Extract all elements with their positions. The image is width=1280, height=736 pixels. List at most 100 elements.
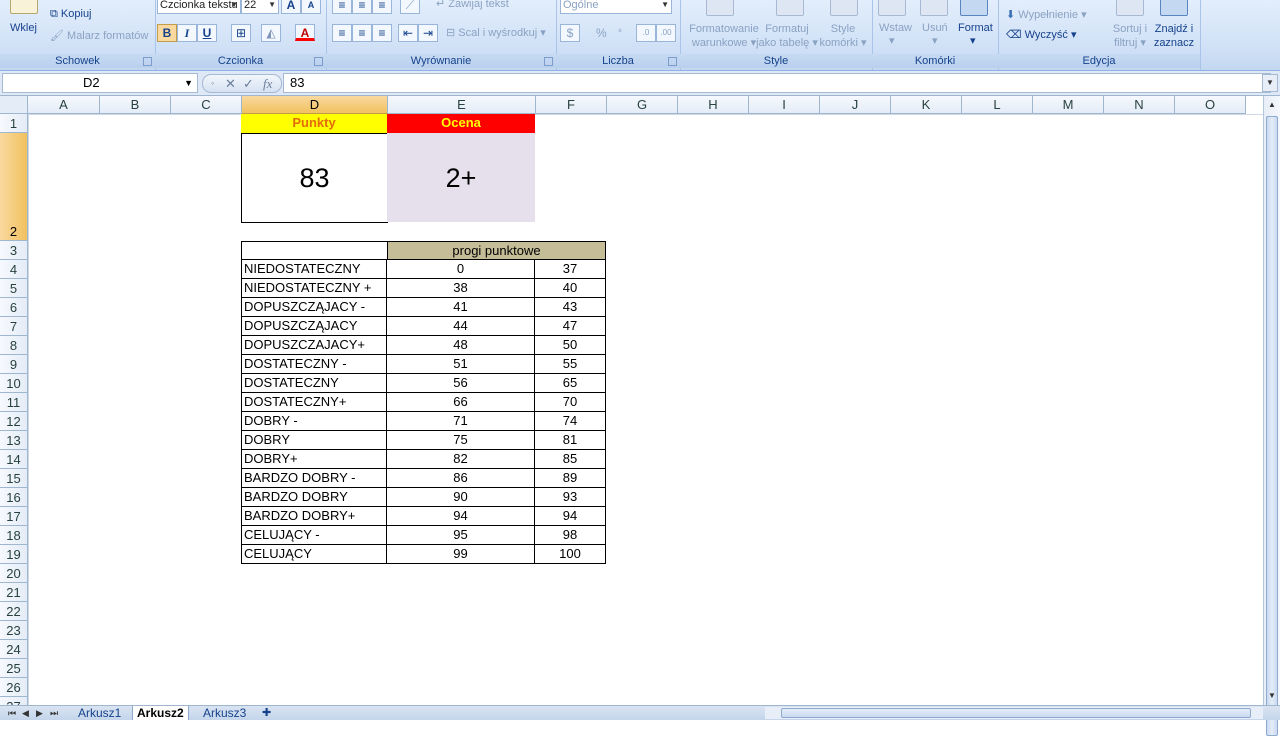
grade-cell[interactable]: BARDZO DOBRY	[241, 488, 387, 507]
threshold-min-cell[interactable]: 94	[387, 507, 535, 526]
shrink-font-button[interactable]: A	[301, 0, 321, 14]
threshold-min-cell[interactable]: 44	[387, 317, 535, 336]
row-header-24[interactable]: 24	[0, 640, 28, 659]
cell-styles-button[interactable]: Style komórki ▾	[818, 22, 868, 50]
row-header-15[interactable]: 15	[0, 469, 28, 488]
align-top-icon[interactable]: ≡	[332, 0, 352, 14]
threshold-min-cell[interactable]: 56	[387, 374, 535, 393]
sort-filter-button[interactable]: Sortuj i filtruj ▾	[1110, 22, 1150, 50]
threshold-max-cell[interactable]: 100	[535, 545, 606, 564]
threshold-max-cell[interactable]: 70	[535, 393, 606, 412]
row-header-20[interactable]: 20	[0, 564, 28, 583]
row-header-1[interactable]: 1	[0, 114, 28, 133]
font-name-select[interactable]: Czcionka tekstu ▼	[157, 0, 241, 14]
grade-cell[interactable]: NIEDOSTATECZNY +	[241, 279, 387, 298]
scroll-up-icon[interactable]: ▲	[1266, 98, 1278, 112]
copy-button[interactable]: ⧉ Kopiuj	[50, 8, 92, 21]
row-header-9[interactable]: 9	[0, 355, 28, 374]
threshold-max-cell[interactable]: 65	[535, 374, 606, 393]
cell-d4[interactable]	[241, 241, 387, 260]
sheet-tab-arkusz3[interactable]: Arkusz3	[199, 706, 250, 720]
threshold-min-cell[interactable]: 86	[387, 469, 535, 488]
align-bottom-icon[interactable]: ≡	[372, 0, 392, 14]
cancel-icon[interactable]: ✕	[225, 75, 236, 92]
column-header-h[interactable]: H	[678, 96, 749, 114]
number-format-select[interactable]: Ogólne ▼	[560, 0, 672, 14]
threshold-min-cell[interactable]: 66	[387, 393, 535, 412]
formula-input[interactable]: 83	[283, 73, 1271, 93]
column-header-n[interactable]: N	[1104, 96, 1175, 114]
worksheet-grid[interactable]: Punkty Ocena 83 2+ progi punktowe NIEDOS…	[28, 114, 1263, 705]
column-header-c[interactable]: C	[171, 96, 242, 114]
row-header-13[interactable]: 13	[0, 431, 28, 450]
merge-center-button[interactable]: ⊟ Scal i wyśrodkuj ▾	[446, 26, 546, 39]
cell-e1[interactable]: Ocena	[387, 114, 535, 133]
threshold-min-cell[interactable]: 75	[387, 431, 535, 450]
column-header-d[interactable]: D	[242, 96, 388, 114]
format-button[interactable]: Format ▾	[958, 22, 993, 47]
threshold-min-cell[interactable]: 51	[387, 355, 535, 374]
row-header-10[interactable]: 10	[0, 374, 28, 393]
grade-cell[interactable]: DOSTATECZNY+	[241, 393, 387, 412]
grade-cell[interactable]: BARDZO DOBRY -	[241, 469, 387, 488]
grade-cell[interactable]: DOPUSZCZĄJACY -	[241, 298, 387, 317]
number-dialog-launcher[interactable]	[668, 57, 677, 66]
sheet-tab-arkusz2[interactable]: Arkusz2	[132, 706, 189, 720]
insert-button[interactable]: Wstaw ▾	[879, 22, 912, 47]
delete-button[interactable]: Usuń ▾	[922, 22, 948, 47]
expand-formula-bar-icon[interactable]: ▼	[1262, 74, 1278, 92]
decrease-indent-icon[interactable]: ⇤	[398, 24, 418, 42]
cell-d1[interactable]: Punkty	[241, 114, 387, 133]
next-sheet-icon[interactable]: ▶	[36, 706, 43, 720]
bold-button[interactable]: B	[157, 24, 177, 42]
row-header-19[interactable]: 19	[0, 545, 28, 564]
underline-button[interactable]: U	[197, 24, 217, 42]
column-header-k[interactable]: K	[891, 96, 962, 114]
row-header-8[interactable]: 8	[0, 336, 28, 355]
threshold-max-cell[interactable]: 55	[535, 355, 606, 374]
thousands-button[interactable]: ⁹	[618, 26, 622, 36]
threshold-min-cell[interactable]: 38	[387, 279, 535, 298]
conditional-format-button[interactable]: Formatowanie warunkowe ▾	[686, 22, 762, 50]
column-header-m[interactable]: M	[1033, 96, 1104, 114]
threshold-max-cell[interactable]: 37	[535, 260, 606, 279]
grade-cell[interactable]: DOSTATECZNY -	[241, 355, 387, 374]
row-header-7[interactable]: 7	[0, 317, 28, 336]
grade-cell[interactable]: DOSTATECZNY	[241, 374, 387, 393]
threshold-min-cell[interactable]: 41	[387, 298, 535, 317]
wrap-text-button[interactable]: ↵ Zawijaj tekst	[436, 0, 509, 10]
row-header-4[interactable]: 4	[0, 260, 28, 279]
chevron-down-icon[interactable]: ▼	[184, 74, 193, 92]
cell-e4-f4[interactable]: progi punktowe	[387, 241, 606, 260]
clear-button[interactable]: ⌫ Wyczyść ▾	[1006, 28, 1077, 41]
row-header-22[interactable]: 22	[0, 602, 28, 621]
sheet-tab-arkusz1[interactable]: Arkusz1	[74, 706, 125, 720]
threshold-max-cell[interactable]: 94	[535, 507, 606, 526]
row-header-26[interactable]: 26	[0, 678, 28, 697]
grow-font-button[interactable]: A	[281, 0, 301, 14]
threshold-max-cell[interactable]: 47	[535, 317, 606, 336]
select-all-corner[interactable]	[0, 96, 28, 114]
new-sheet-icon[interactable]: ✚	[258, 706, 275, 720]
insert-function-icon[interactable]: fx	[263, 75, 272, 92]
name-box[interactable]: D2 ▼	[2, 73, 198, 93]
scroll-down-icon[interactable]: ▼	[1266, 689, 1278, 703]
grade-cell[interactable]: DOBRY+	[241, 450, 387, 469]
orientation-icon[interactable]: ⟋	[400, 0, 420, 14]
fill-color-icon[interactable]: ◭	[261, 24, 281, 42]
row-header-21[interactable]: 21	[0, 583, 28, 602]
row-header-23[interactable]: 23	[0, 621, 28, 640]
threshold-min-cell[interactable]: 71	[387, 412, 535, 431]
alignment-dialog-launcher[interactable]	[544, 57, 553, 66]
cell-d2[interactable]: 83	[241, 133, 388, 223]
paste-button[interactable]: Wklej	[10, 22, 37, 34]
first-sheet-icon[interactable]: ⏮	[8, 706, 16, 720]
align-center-icon[interactable]: ≡	[352, 24, 372, 42]
grade-cell[interactable]: NIEDOSTATECZNY	[241, 260, 387, 279]
threshold-max-cell[interactable]: 85	[535, 450, 606, 469]
horizontal-scrollbar[interactable]	[765, 707, 1263, 719]
format-painter-button[interactable]: 🖌 Malarz formatów	[50, 29, 148, 42]
threshold-max-cell[interactable]: 93	[535, 488, 606, 507]
column-header-e[interactable]: E	[388, 96, 536, 114]
column-header-i[interactable]: I	[749, 96, 820, 114]
